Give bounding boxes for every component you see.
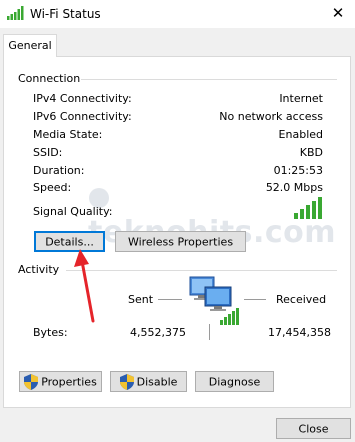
title-bar: Wi-Fi Status ✕ [0,0,355,28]
network-computers-icon [189,276,239,325]
received-line [244,299,266,300]
sent-label: Sent [128,293,154,306]
speed-value: 52.0 Mbps [265,181,323,194]
media-state-value: Enabled [278,128,323,141]
speed-label: Speed: [33,181,72,194]
close-button[interactable]: Close [276,418,351,439]
duration-value: 01:25:53 [273,164,323,177]
wifi-signal-icon [7,6,24,20]
annotation-arrow-icon [74,249,95,323]
bytes-sent-value: 4,552,375 [130,326,186,339]
duration-label: Duration: [33,164,85,177]
activity-separator [209,324,210,340]
uac-shield-icon [24,374,39,390]
signal-quality-label: Signal Quality: [33,205,113,218]
signal-quality-icon [294,197,322,219]
ssid-label: SSID: [33,146,63,159]
window-title: Wi-Fi Status [30,7,101,21]
activity-group-label: Activity [18,263,60,276]
ipv4-connectivity-label: IPv4 Connectivity: [33,92,132,105]
bytes-label: Bytes: [33,326,68,339]
window-close-icon[interactable]: ✕ [321,0,355,28]
connection-divider [81,79,337,80]
disable-button[interactable]: Disable [110,371,187,392]
bytes-received-value: 17,454,358 [268,326,331,339]
connection-group-label: Connection [18,72,81,85]
activity-divider [66,270,337,271]
ipv6-connectivity-value: No network access [219,110,323,123]
ssid-value: KBD [299,146,323,159]
diagnose-button[interactable]: Diagnose [195,371,274,392]
wireless-properties-button[interactable]: Wireless Properties [115,231,246,252]
ipv6-connectivity-label: IPv6 Connectivity: [33,110,132,123]
received-label: Received [276,293,327,306]
sent-line [158,299,182,300]
media-state-label: Media State: [33,128,103,141]
uac-shield-icon [119,374,134,390]
ipv4-connectivity-value: Internet [279,92,323,105]
properties-button[interactable]: Properties [19,371,102,392]
tab-general[interactable]: General [3,34,57,57]
